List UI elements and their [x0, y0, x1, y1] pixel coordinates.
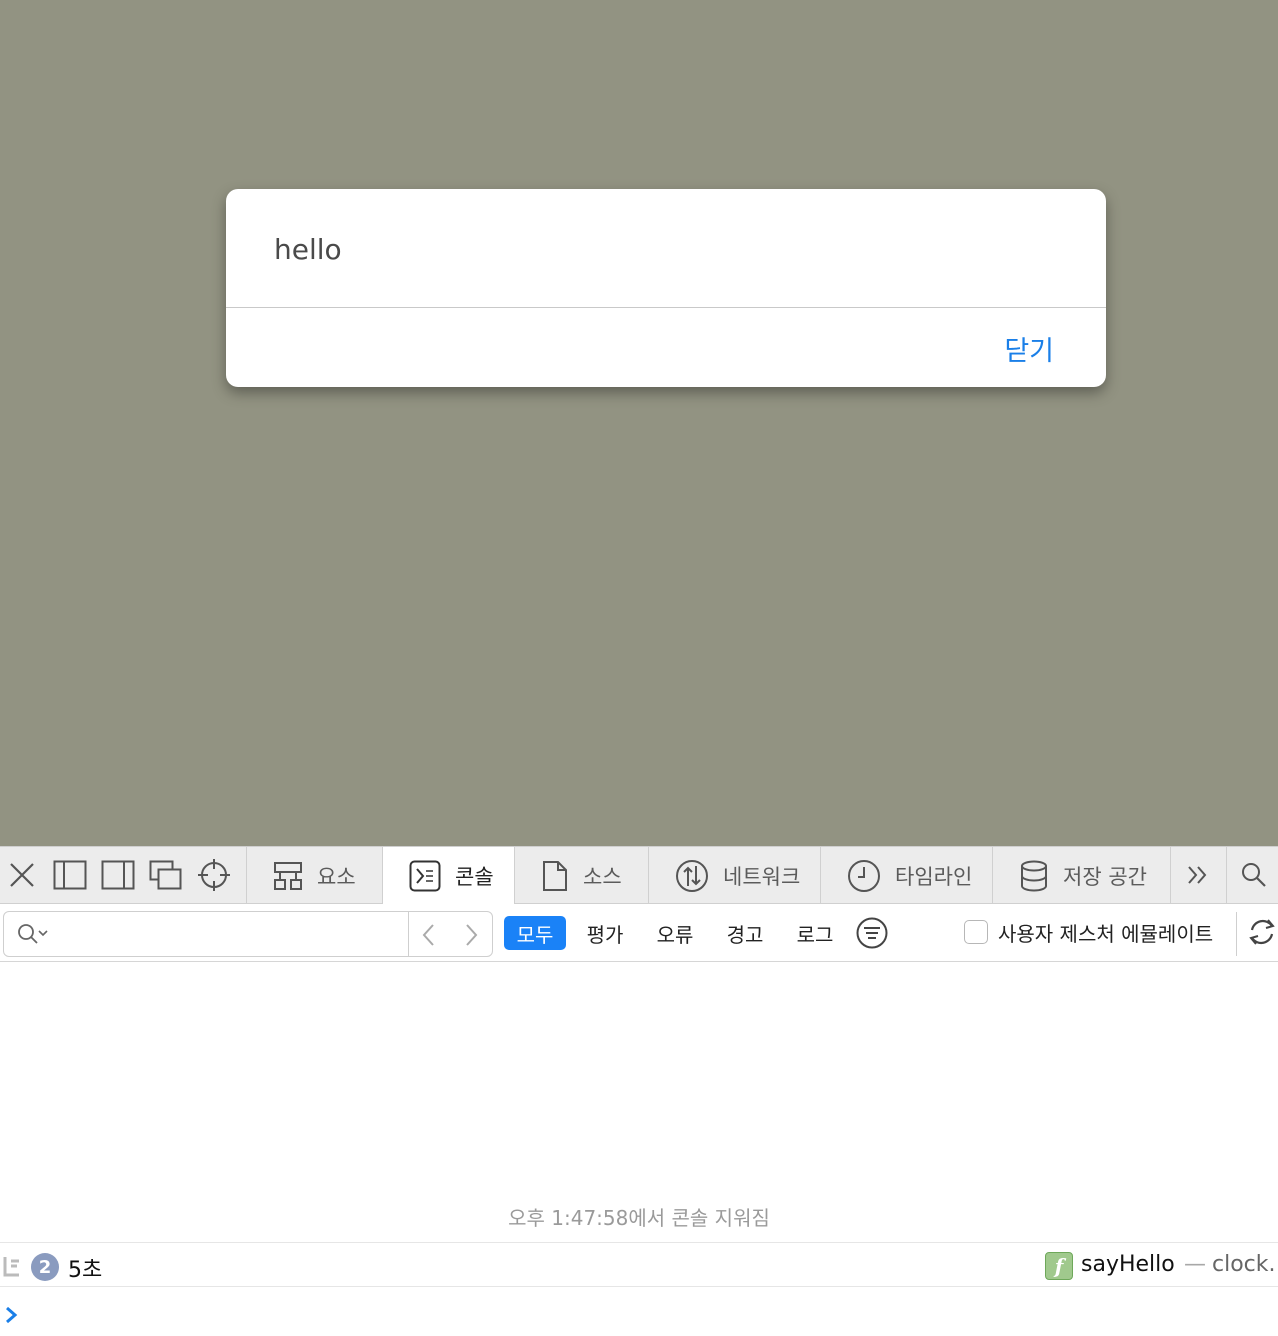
filter-all-button[interactable]: 모두	[504, 916, 566, 950]
console-filter-bar: 모두 평가 오류 경고 로그 사용자 제스처 에뮬레이트	[0, 904, 1278, 962]
filter-warnings-button[interactable]: 경고	[716, 916, 774, 950]
console-entry-text: 5초	[68, 1258, 103, 1283]
tab-elements[interactable]: 요소	[246, 847, 382, 904]
divider	[1236, 912, 1237, 956]
crosshair-icon[interactable]	[196, 857, 232, 893]
tab-timeline[interactable]: 타임라인	[820, 847, 992, 904]
document-icon	[543, 860, 567, 891]
tab-storage[interactable]: 저장 공간	[992, 847, 1170, 904]
filter-evaluations-button[interactable]: 평가	[576, 916, 634, 950]
emulate-gesture-checkbox[interactable]	[964, 920, 988, 944]
dock-right-icon[interactable]	[100, 857, 136, 893]
chevron-right-icon[interactable]	[456, 920, 486, 954]
console-log-area: 오후 1:47:58에서 콘솔 지워짐 2 5초 f sayHello — cl…	[0, 962, 1278, 1336]
divider	[408, 912, 409, 956]
tab-label: 요소	[317, 864, 356, 889]
log-level-icon	[3, 1255, 21, 1281]
tab-label: 콘솔	[455, 864, 494, 889]
dock-left-icon[interactable]	[52, 857, 88, 893]
chevron-left-icon[interactable]	[414, 920, 444, 954]
call-frame-separator: —	[1184, 1252, 1206, 1277]
function-icon: f	[1045, 1252, 1073, 1280]
divider	[1226, 847, 1227, 904]
repeat-count-badge: 2	[31, 1253, 59, 1281]
search-icon[interactable]	[16, 922, 50, 950]
alert-close-button[interactable]: 닫기	[1004, 329, 1054, 368]
tab-label: 저장 공간	[1063, 864, 1147, 889]
alert-dialog: hello 닫기	[226, 189, 1106, 387]
console-icon	[409, 860, 441, 891]
call-frame-source-link[interactable]: clock.	[1212, 1252, 1276, 1277]
clock-icon	[848, 859, 880, 892]
console-cleared-message: 오후 1:47:58에서 콘솔 지워짐	[508, 1206, 770, 1230]
search-icon[interactable]	[1236, 857, 1272, 893]
tab-label: 소스	[583, 864, 622, 889]
elements-icon	[274, 861, 302, 890]
console-search-field	[3, 911, 493, 957]
detach-window-icon[interactable]	[148, 857, 184, 893]
tab-network[interactable]: 네트워크	[648, 847, 820, 904]
filter-errors-button[interactable]: 오류	[646, 916, 704, 950]
web-page-area: hello 닫기	[0, 0, 1278, 846]
network-icon	[676, 859, 708, 892]
divider	[1170, 847, 1171, 904]
devtools-tab-bar: 요소 콘솔 소스 네트워크 타임라인 저장 공간	[0, 846, 1278, 904]
more-tabs-icon[interactable]	[1180, 857, 1216, 893]
filter-icon[interactable]	[856, 917, 888, 953]
tab-label: 타임라인	[895, 864, 973, 889]
search-input[interactable]	[56, 918, 404, 950]
filter-logs-button[interactable]: 로그	[786, 916, 844, 950]
tab-sources[interactable]: 소스	[514, 847, 648, 904]
database-icon	[1021, 860, 1047, 891]
call-frame-function[interactable]: sayHello	[1081, 1252, 1175, 1277]
close-icon[interactable]	[4, 857, 40, 893]
alert-divider	[226, 307, 1106, 308]
tab-console[interactable]: 콘솔	[382, 847, 514, 904]
reload-icon[interactable]	[1246, 916, 1278, 952]
tab-label: 네트워크	[723, 864, 801, 889]
console-prompt-icon[interactable]	[4, 1304, 20, 1330]
console-entry[interactable]: 2 5초 f sayHello — clock.	[0, 1242, 1278, 1287]
alert-message: hello	[274, 233, 342, 266]
emulate-gesture-label: 사용자 제스처 에뮬레이트	[998, 922, 1214, 946]
